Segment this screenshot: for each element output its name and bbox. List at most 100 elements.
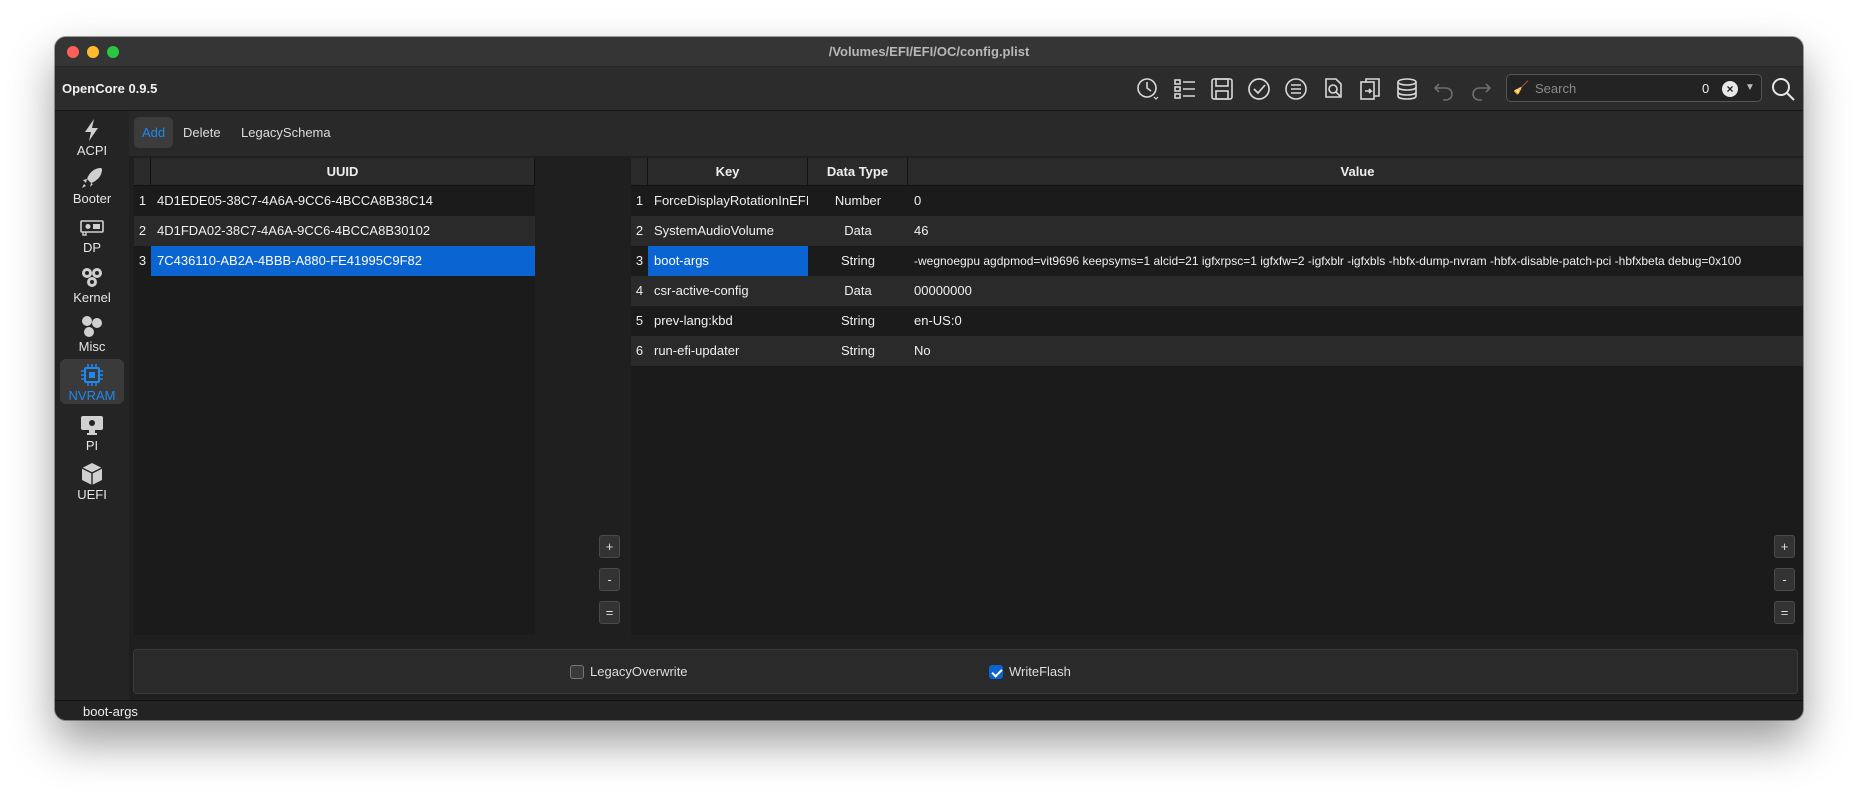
undo-icon[interactable]: [1430, 75, 1458, 103]
key-cell-selected[interactable]: boot-args: [648, 246, 808, 276]
tab-add[interactable]: Add: [134, 117, 174, 148]
row-number: 1: [635, 193, 644, 208]
table-row[interactable]: 1 ForceDisplayRotationInEFI Number 0: [631, 186, 1803, 216]
sidebar-item-uefi[interactable]: UEFI: [60, 458, 124, 503]
row-number: 3: [138, 253, 147, 268]
app-title: OpenCore 0.9.5: [62, 81, 158, 96]
clear-search-icon[interactable]: ×: [1722, 81, 1738, 97]
column-header-value[interactable]: Value: [908, 158, 1803, 186]
kv-table-header: Key Data Type Value: [631, 158, 1803, 186]
save-icon[interactable]: [1208, 75, 1236, 103]
redo-icon[interactable]: [1467, 75, 1495, 103]
key-cell[interactable]: SystemAudioVolume: [648, 216, 808, 246]
search-field[interactable]: 🧹 0 × ▼: [1506, 74, 1762, 102]
row-number: 1: [138, 193, 147, 208]
section-tabs: Add Delete LegacySchema: [129, 111, 1803, 156]
remove-uuid-button[interactable]: -: [599, 568, 620, 591]
row-number: 2: [138, 223, 147, 238]
gpu-icon: [80, 220, 104, 236]
table-row[interactable]: 3 7C436110-AB2A-4BBB-A880-FE41995C9F82: [134, 246, 535, 276]
sidebar-item-booter[interactable]: Booter: [60, 162, 124, 207]
table-row[interactable]: 4 csr-active-config Data 00000000: [631, 276, 1803, 306]
value-cell[interactable]: 46: [908, 216, 1803, 246]
type-cell[interactable]: String: [808, 336, 908, 366]
chevron-down-icon[interactable]: ▼: [1745, 82, 1755, 93]
options-bar: LegacyOverwrite WriteFlash: [133, 649, 1798, 694]
copy-uuid-button[interactable]: =: [599, 601, 620, 624]
maximize-window-button[interactable]: [107, 46, 119, 58]
write-flash-checkbox[interactable]: WriteFlash: [989, 664, 1071, 679]
list-icon[interactable]: [1171, 75, 1199, 103]
status-text: boot-args: [83, 704, 138, 719]
table-row[interactable]: 2 SystemAudioVolume Data 46: [631, 216, 1803, 246]
row-number: 3: [635, 253, 644, 268]
lightning-icon: [85, 119, 98, 141]
database-icon[interactable]: [1393, 75, 1421, 103]
type-cell[interactable]: String: [808, 246, 908, 276]
row-number: 5: [635, 313, 644, 328]
type-cell[interactable]: Number: [808, 186, 908, 216]
list-check-icon[interactable]: [1282, 75, 1310, 103]
key-cell[interactable]: prev-lang:kbd: [648, 306, 808, 336]
sidebar-item-nvram[interactable]: NVRAM: [60, 359, 124, 404]
sidebar-item-label: UEFI: [77, 487, 107, 502]
tab-delete[interactable]: Delete: [175, 117, 229, 148]
value-cell[interactable]: 0: [908, 186, 1803, 216]
sidebar-item-kernel[interactable]: Kernel: [60, 261, 124, 306]
check-icon[interactable]: [1245, 75, 1273, 103]
search-icon[interactable]: [1769, 75, 1797, 103]
checkbox-unchecked[interactable]: [570, 664, 584, 679]
table-row[interactable]: 5 prev-lang:kbd String en-US:0: [631, 306, 1803, 336]
legacy-overwrite-checkbox[interactable]: LegacyOverwrite: [570, 664, 688, 679]
file-search-icon[interactable]: [1319, 75, 1347, 103]
remove-key-button[interactable]: -: [1774, 568, 1795, 591]
minimize-window-button[interactable]: [87, 46, 99, 58]
value-cell[interactable]: 00000000: [908, 276, 1803, 306]
broom-icon: 🧹: [1513, 80, 1530, 95]
uuid-cell-selected[interactable]: 7C436110-AB2A-4BBB-A880-FE41995C9F82: [151, 246, 535, 276]
add-key-button[interactable]: +: [1774, 535, 1795, 558]
sidebar-item-misc[interactable]: Misc: [60, 310, 124, 355]
column-header-data-type[interactable]: Data Type: [808, 158, 908, 186]
table-row[interactable]: 6 run-efi-updater String No: [631, 336, 1803, 366]
key-cell[interactable]: csr-active-config: [648, 276, 808, 306]
type-cell[interactable]: Data: [808, 216, 908, 246]
value-cell[interactable]: -wegnoegpu agdpmod=vit9696 keepsyms=1 al…: [908, 246, 1803, 276]
legacy-overwrite-label: LegacyOverwrite: [590, 664, 688, 679]
file-compare-icon[interactable]: [1356, 75, 1384, 103]
key-value-table: Key Data Type Value 1 ForceDisplayRotati…: [631, 158, 1803, 635]
key-cell[interactable]: ForceDisplayRotationInEFI: [648, 186, 808, 216]
search-input[interactable]: [1535, 79, 1675, 97]
row-number: 6: [635, 343, 644, 358]
type-cell[interactable]: Data: [808, 276, 908, 306]
table-row[interactable]: 1 4D1EDE05-38C7-4A6A-9CC6-4BCCA8B38C14: [134, 186, 535, 216]
tab-legacyschema[interactable]: LegacySchema: [233, 117, 339, 148]
copy-key-button[interactable]: =: [1774, 601, 1795, 624]
sidebar-item-acpi[interactable]: ACPI: [60, 114, 124, 159]
checkbox-checked[interactable]: [989, 664, 1003, 679]
table-row[interactable]: 3 boot-args String -wegnoegpu agdpmod=vi…: [631, 246, 1803, 276]
sidebar-item-label: PI: [85, 438, 99, 453]
row-number: 2: [635, 223, 644, 238]
sidebar-item-pi[interactable]: PI: [60, 409, 124, 454]
value-cell[interactable]: No: [908, 336, 1803, 366]
add-uuid-button[interactable]: +: [599, 535, 620, 558]
value-cell[interactable]: en-US:0: [908, 306, 1803, 336]
table-row[interactable]: 2 4D1FDA02-38C7-4A6A-9CC6-4BCCA8B30102: [134, 216, 535, 246]
sidebar: ACPI Booter DP Kernel Misc NVRAM PI UEFI: [55, 111, 129, 700]
window-controls: [67, 46, 119, 58]
gears-icon: [82, 268, 102, 287]
type-cell[interactable]: String: [808, 306, 908, 336]
key-cell[interactable]: run-efi-updater: [648, 336, 808, 366]
sidebar-item-dp[interactable]: DP: [60, 211, 124, 256]
title-bar: /Volumes/EFI/EFI/OC/config.plist: [55, 37, 1803, 67]
app-window: /Volumes/EFI/EFI/OC/config.plist OpenCor…: [55, 37, 1803, 720]
uuid-cell[interactable]: 4D1FDA02-38C7-4A6A-9CC6-4BCCA8B30102: [151, 216, 535, 246]
uuid-cell[interactable]: 4D1EDE05-38C7-4A6A-9CC6-4BCCA8B38C14: [151, 186, 535, 216]
close-window-button[interactable]: [67, 46, 79, 58]
column-header-uuid[interactable]: UUID: [151, 158, 535, 186]
sidebar-item-label: DP: [82, 240, 102, 255]
column-header-key[interactable]: Key: [648, 158, 808, 186]
uuid-table-header: UUID: [134, 158, 535, 186]
clock-icon[interactable]: [1134, 75, 1162, 103]
